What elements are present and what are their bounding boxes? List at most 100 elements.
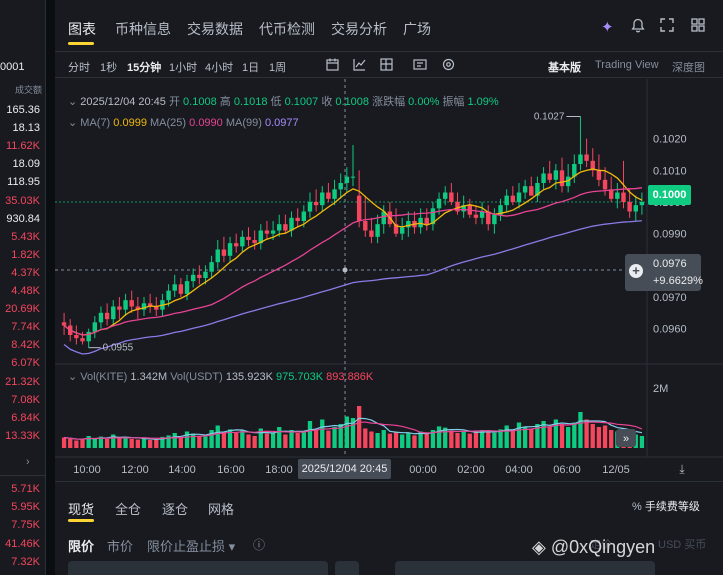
tab-cross[interactable]: 全仓 xyxy=(115,499,141,518)
fee-level-button[interactable]: % 手续费等级 xyxy=(632,498,700,514)
candle-body xyxy=(61,322,67,326)
order-book-row[interactable]: 18.13 xyxy=(0,122,40,134)
order-book-row[interactable]: 35.03K xyxy=(0,195,40,207)
order-book-row[interactable]: 41.46K xyxy=(0,538,40,550)
volume-bar xyxy=(590,424,595,448)
tab-square[interactable]: 广场 xyxy=(403,19,431,39)
order-book-row[interactable]: 7.74K xyxy=(0,321,40,333)
price-input[interactable] xyxy=(68,561,328,575)
order-book-row[interactable]: 5.95K xyxy=(0,501,40,513)
timeframe-4h[interactable]: 4小时 xyxy=(205,59,233,75)
order-book-row[interactable]: 6.07K xyxy=(0,357,40,369)
indicator-icon[interactable] xyxy=(353,58,366,74)
tab-grid[interactable]: 网格 xyxy=(208,499,234,518)
candle-body xyxy=(596,170,602,180)
tab-spot[interactable]: 现货 xyxy=(68,499,94,518)
time-axis-label: 10:00 xyxy=(73,464,101,476)
tab-coin-info[interactable]: 币种信息 xyxy=(115,19,171,39)
tab-trade-data[interactable]: 交易数据 xyxy=(187,19,243,39)
volume-bar xyxy=(221,431,227,448)
order-book-row[interactable]: 13.33K xyxy=(0,430,40,442)
plus-icon[interactable]: + xyxy=(629,264,643,278)
volume-bar xyxy=(473,432,479,448)
order-book-row[interactable]: 21.32K xyxy=(0,376,40,388)
collapse-chevron-icon[interactable]: ⌄ xyxy=(68,371,77,383)
volume-bar xyxy=(492,433,497,448)
ma25-line xyxy=(63,187,643,336)
info-icon[interactable]: ⓘ xyxy=(253,536,265,553)
expand-icon[interactable] xyxy=(660,18,674,36)
volume-bar xyxy=(510,430,515,448)
order-book-row[interactable]: 11.62K xyxy=(0,140,40,152)
order-book-row[interactable]: 5.71K xyxy=(0,483,40,495)
view-tradingview[interactable]: Trading View xyxy=(595,59,659,71)
timeframe-1s[interactable]: 1秒 xyxy=(100,59,117,75)
candle-body xyxy=(559,170,565,187)
candle-body xyxy=(295,217,300,221)
grid-icon[interactable] xyxy=(691,18,705,36)
reset-scale-icon[interactable]: ⤓ xyxy=(679,462,685,476)
order-book-row[interactable]: 4.37K xyxy=(0,267,40,279)
order-type-stop-limit[interactable]: 限价止盈止损 ▾ xyxy=(147,536,235,555)
collapse-chevron-icon[interactable]: ⌄ xyxy=(68,96,77,108)
candle-body xyxy=(516,192,522,202)
timeframe-1h[interactable]: 1小时 xyxy=(169,59,197,75)
amount-input[interactable] xyxy=(395,561,655,575)
tab-chart[interactable]: 图表 xyxy=(68,19,96,39)
tab-trade-analysis[interactable]: 交易分析 xyxy=(331,19,387,39)
candlestick-chart[interactable]: 0.10200.10100.10000.09900.09800.09700.09… xyxy=(55,79,723,481)
order-book-row[interactable]: 6.84K xyxy=(0,412,40,424)
volume-bar xyxy=(301,431,306,448)
order-book-row[interactable]: 7.75K xyxy=(0,519,40,531)
order-book-row[interactable]: 930.84 xyxy=(0,213,40,225)
order-type-market[interactable]: 市价 xyxy=(107,536,133,555)
order-panel: 现货 全仓 逐仓 网格 % 手续费等级 限价 市价 限价止盈止损 ▾ ⓘ xyxy=(55,481,723,575)
ma7-label: MA(7) xyxy=(80,117,111,129)
tab-token-check[interactable]: 代币检测 xyxy=(259,19,315,39)
order-book-row[interactable]: 7.32K xyxy=(0,556,40,568)
collapse-chevron-icon[interactable]: ⌄ xyxy=(68,117,77,129)
ma99-value: 0.0977 xyxy=(264,117,299,129)
settings-icon[interactable] xyxy=(442,58,455,74)
volume-bar xyxy=(252,436,257,448)
cursor-price: 0.0976 xyxy=(653,258,687,270)
chevron-right-icon[interactable]: › xyxy=(26,456,30,468)
order-book-row[interactable]: 165.36 xyxy=(0,104,40,116)
order-type-limit[interactable]: 限价 xyxy=(68,536,94,555)
timeframe-15m[interactable]: 15分钟 xyxy=(127,59,161,75)
order-book-row[interactable]: 1.82K xyxy=(0,249,40,261)
candle-body xyxy=(264,230,270,234)
candle-body xyxy=(332,189,337,199)
cursor-price-badge[interactable]: + 0.0976 +9.6629% xyxy=(625,254,703,291)
candle-body xyxy=(356,195,362,221)
timeframe-line[interactable]: 分时 xyxy=(68,59,90,75)
view-basic[interactable]: 基本版 xyxy=(548,59,581,75)
bell-icon[interactable] xyxy=(631,18,645,37)
order-book-row[interactable]: 118.95 xyxy=(0,176,40,188)
price-unit-button[interactable] xyxy=(335,561,359,575)
template-icon[interactable] xyxy=(413,58,427,74)
sparkle-icon[interactable]: ✦ xyxy=(601,18,614,36)
order-book-row[interactable]: 20.69K xyxy=(0,303,40,315)
order-book-row[interactable]: 7.08K xyxy=(0,394,40,406)
buy-with-usd-link[interactable]: USD 买币 xyxy=(658,536,706,552)
timeframe-1w[interactable]: 1周 xyxy=(269,59,286,75)
tab-isolated[interactable]: 逐仓 xyxy=(162,499,188,518)
cursor-time-badge: 2025/12/04 20:45 xyxy=(298,459,391,479)
calendar-icon[interactable] xyxy=(326,58,339,74)
order-book-row[interactable]: 5.43K xyxy=(0,231,40,243)
order-book-row[interactable]: 18.09 xyxy=(0,158,40,170)
volume-bar xyxy=(270,432,276,448)
view-depth[interactable]: 深度图 xyxy=(672,59,705,75)
volume-bar xyxy=(215,425,220,448)
chart-canvas[interactable]: 0.10200.10100.10000.09900.09800.09700.09… xyxy=(55,79,723,481)
layout-icon[interactable] xyxy=(380,58,393,74)
candle-body xyxy=(369,230,374,237)
timeframe-1d[interactable]: 1日 xyxy=(242,59,259,75)
volume-bar xyxy=(455,433,460,448)
order-book-row[interactable]: 4.48K xyxy=(0,285,40,297)
volume-bar xyxy=(289,430,294,448)
order-book-row[interactable]: 8.42K xyxy=(0,339,40,351)
candle-body xyxy=(283,224,288,231)
candle-body xyxy=(184,281,190,294)
